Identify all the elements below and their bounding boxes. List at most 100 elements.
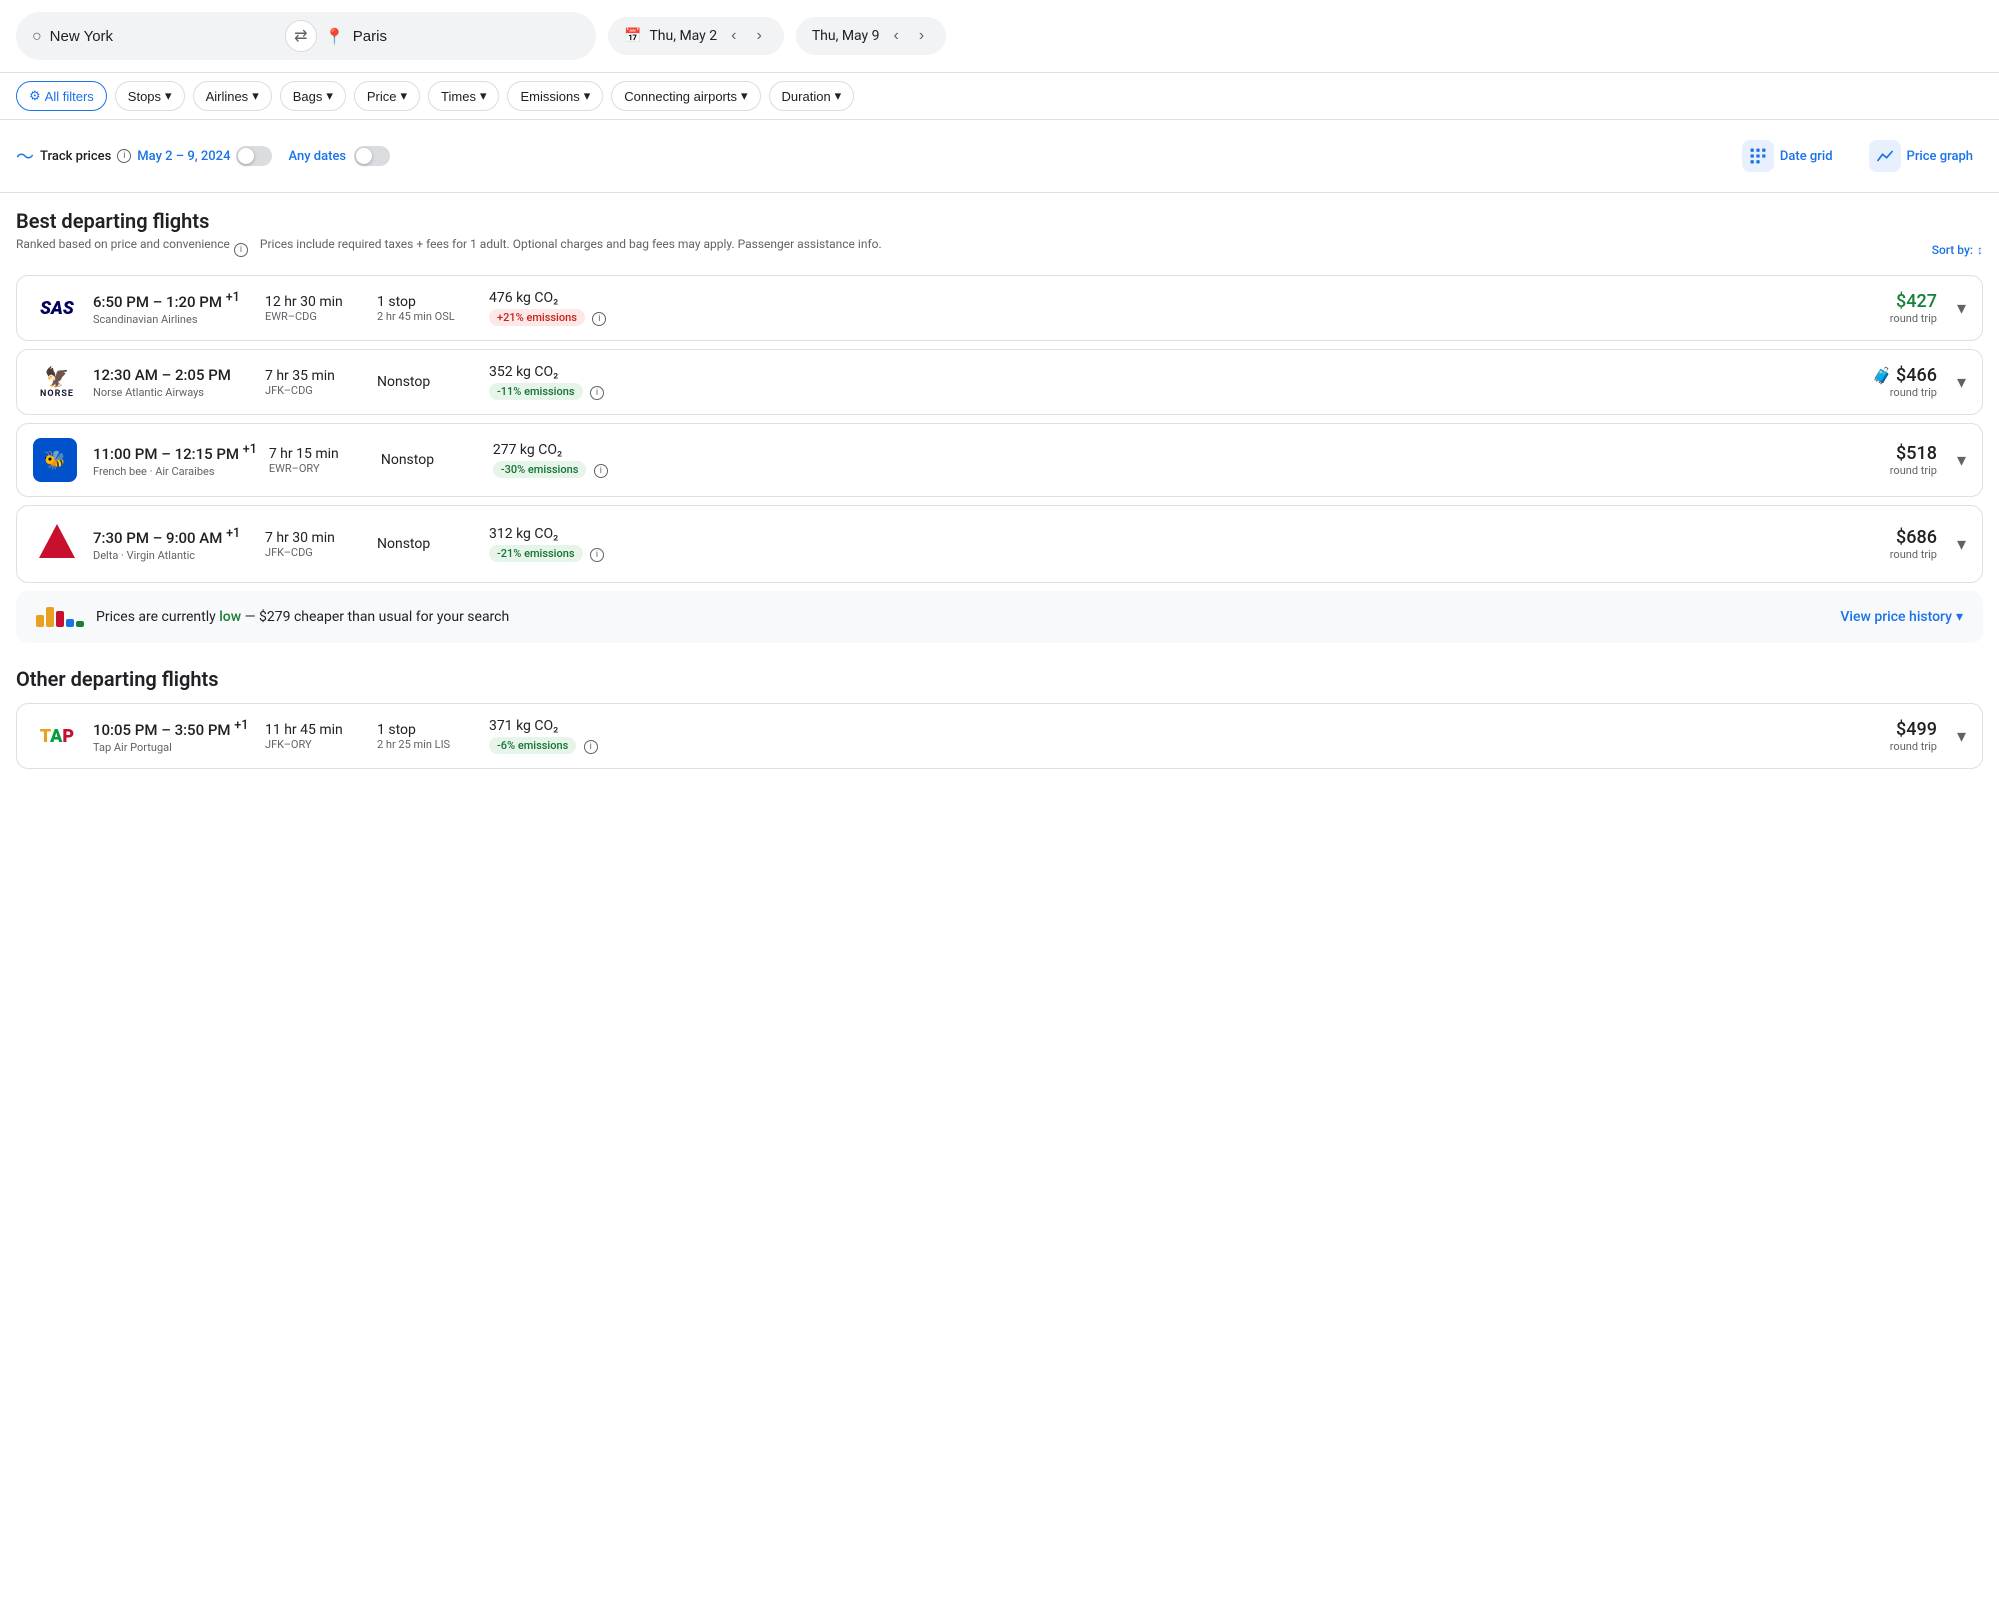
tap-logo: TAP xyxy=(33,726,81,747)
sas-airline-name: Scandinavian Airlines xyxy=(93,313,253,326)
sas-times: 6:50 PM – 1:20 PM +1 Scandinavian Airlin… xyxy=(93,290,253,326)
right-tools: Date grid Price graph xyxy=(1732,134,1983,178)
delta-duration: 7 hr 30 min JFK–CDG xyxy=(265,530,365,559)
track-prices-bar: 〜 Track prices i May 2 – 9, 2024 Any dat… xyxy=(0,120,1999,193)
tap-emissions: 371 kg CO₂ -6% emissions i xyxy=(489,718,629,754)
view-history-chevron-icon: ▾ xyxy=(1956,609,1963,625)
stops-filter-button[interactable]: Stops ▾ xyxy=(115,81,185,111)
flight-card-norse: 🦅 NORSE 12:30 AM – 2:05 PM Norse Atlanti… xyxy=(16,349,1983,415)
view-price-history-button[interactable]: View price history ▾ xyxy=(1840,609,1963,625)
bags-filter-button[interactable]: Bags ▾ xyxy=(280,81,346,111)
depart-prev-button[interactable]: ‹ xyxy=(725,25,742,47)
sas-price-amount: $427 xyxy=(1890,291,1937,312)
sort-icon: ↕ xyxy=(1977,243,1983,257)
times-filter-button[interactable]: Times ▾ xyxy=(428,81,499,111)
tap-price: $499 round trip xyxy=(1890,719,1937,753)
duration-filter-button[interactable]: Duration ▾ xyxy=(769,81,855,111)
tap-stops: 1 stop 2 hr 25 min LIS xyxy=(377,722,477,751)
tap-time-text: 10:05 PM – 3:50 PM +1 xyxy=(93,718,253,739)
flight-row-frenchbee[interactable]: 🐝 11:00 PM – 12:15 PM +1 French bee · Ai… xyxy=(17,424,1982,496)
frenchbee-emissions-info-icon[interactable]: i xyxy=(594,464,608,478)
connecting-airports-chevron-icon: ▾ xyxy=(741,88,748,104)
emissions-filter-button[interactable]: Emissions ▾ xyxy=(507,81,603,111)
times-chevron-icon: ▾ xyxy=(480,88,487,104)
tap-price-amount: $499 xyxy=(1890,719,1937,740)
delta-times: 7:30 PM – 9:00 AM +1 Delta · Virgin Atla… xyxy=(93,526,253,562)
price-bar-chart-icon xyxy=(36,607,84,627)
delta-emissions-info-icon[interactable]: i xyxy=(590,548,604,562)
norse-price-amount: $466 xyxy=(1896,365,1937,386)
return-date: Thu, May 9 xyxy=(812,28,880,44)
no-carry-on-icon: 🧳 xyxy=(1872,366,1892,385)
return-date-box[interactable]: Thu, May 9 ‹ › xyxy=(796,17,946,55)
date-grid-button[interactable]: Date grid xyxy=(1732,134,1843,178)
frenchbee-duration: 7 hr 15 min EWR–ORY xyxy=(269,446,369,475)
flight-row-tap[interactable]: TAP 10:05 PM – 3:50 PM +1 Tap Air Portug… xyxy=(17,704,1982,768)
track-prices-label: Track prices xyxy=(40,149,111,164)
bags-chevron-icon: ▾ xyxy=(326,88,333,104)
frenchbee-price-amount: $518 xyxy=(1890,443,1937,464)
price-chevron-icon: ▾ xyxy=(401,88,408,104)
sas-price: $427 round trip xyxy=(1890,291,1937,325)
delta-price: $686 round trip xyxy=(1890,527,1937,561)
sas-time-text: 6:50 PM – 1:20 PM +1 xyxy=(93,290,253,311)
price-filter-button[interactable]: Price ▾ xyxy=(354,81,420,111)
norse-stops: Nonstop xyxy=(377,374,477,390)
swap-button[interactable]: ⇄ xyxy=(285,20,317,52)
frenchbee-time-text: 11:00 PM – 12:15 PM +1 xyxy=(93,442,257,463)
flight-card-frenchbee: 🐝 11:00 PM – 12:15 PM +1 French bee · Ai… xyxy=(16,423,1983,497)
depart-next-button[interactable]: › xyxy=(750,25,767,47)
delta-expand-button[interactable]: ▾ xyxy=(1957,534,1966,555)
sas-emissions-badge: +21% emissions xyxy=(489,309,585,326)
connecting-airports-filter-button[interactable]: Connecting airports ▾ xyxy=(611,81,760,111)
delta-emissions: 312 kg CO₂ -21% emissions i xyxy=(489,526,629,562)
date-grid-label: Date grid xyxy=(1780,149,1833,164)
norse-logo: 🦅 NORSE xyxy=(33,365,81,399)
norse-airline-name: Norse Atlantic Airways xyxy=(93,386,253,399)
flight-row-sas[interactable]: SAS 6:50 PM – 1:20 PM +1 Scandinavian Ai… xyxy=(17,276,1982,340)
frenchbee-stops: Nonstop xyxy=(381,452,481,468)
track-prices-toggle[interactable] xyxy=(236,146,272,166)
tap-expand-button[interactable]: ▾ xyxy=(1957,726,1966,747)
sas-stops: 1 stop 2 hr 45 min OSL xyxy=(377,294,477,323)
destination-input[interactable] xyxy=(353,28,580,45)
flight-row-norse[interactable]: 🦅 NORSE 12:30 AM – 2:05 PM Norse Atlanti… xyxy=(17,350,1982,414)
best-flights-subtitle: Ranked based on price and convenience xyxy=(16,237,230,251)
filter-bar: ⚙ All filters Stops ▾ Airlines ▾ Bags ▾ … xyxy=(0,73,1999,120)
return-next-button[interactable]: › xyxy=(913,25,930,47)
norse-price: 🧳 $466 round trip xyxy=(1872,365,1937,399)
norse-duration: 7 hr 35 min JFK–CDG xyxy=(265,368,365,397)
any-dates-toggle[interactable] xyxy=(354,146,390,166)
norse-expand-button[interactable]: ▾ xyxy=(1957,372,1966,393)
best-flights-info-icon[interactable]: i xyxy=(234,243,248,257)
tap-emissions-info-icon[interactable]: i xyxy=(584,740,598,754)
sas-expand-button[interactable]: ▾ xyxy=(1957,298,1966,319)
flight-card-tap: TAP 10:05 PM – 3:50 PM +1 Tap Air Portug… xyxy=(16,703,1983,769)
date-grid-icon xyxy=(1742,140,1774,172)
sort-by-button[interactable]: Sort by: ↕ xyxy=(1932,243,1983,257)
frenchbee-expand-button[interactable]: ▾ xyxy=(1957,450,1966,471)
depart-date: Thu, May 2 xyxy=(649,28,717,44)
frenchbee-times: 11:00 PM – 12:15 PM +1 French bee · Air … xyxy=(93,442,257,478)
price-notice-text: Prices are currently low — $279 cheaper … xyxy=(96,609,1828,625)
airlines-filter-button[interactable]: Airlines ▾ xyxy=(193,81,272,111)
all-filters-button[interactable]: ⚙ All filters xyxy=(16,81,107,111)
origin-input[interactable] xyxy=(50,28,277,45)
track-prices-trend-icon: 〜 xyxy=(16,143,34,169)
sas-logo: SAS xyxy=(33,298,81,319)
flight-card-sas: SAS 6:50 PM – 1:20 PM +1 Scandinavian Ai… xyxy=(16,275,1983,341)
flight-row-delta[interactable]: 7:30 PM – 9:00 AM +1 Delta · Virgin Atla… xyxy=(17,506,1982,582)
price-notice-bar: Prices are currently low — $279 cheaper … xyxy=(16,591,1983,643)
depart-date-box[interactable]: 📅 Thu, May 2 ‹ › xyxy=(608,17,784,55)
price-graph-button[interactable]: Price graph xyxy=(1859,134,1983,178)
norse-times: 12:30 AM – 2:05 PM Norse Atlantic Airway… xyxy=(93,366,253,399)
tap-duration: 11 hr 45 min JFK–ORY xyxy=(265,722,365,751)
any-dates-label: Any dates xyxy=(288,149,346,164)
sas-emissions: 476 kg CO₂ +21% emissions i xyxy=(489,290,629,326)
best-flights-subtitle-row: Ranked based on price and convenience i … xyxy=(16,237,1983,263)
track-prices-info-icon[interactable]: i xyxy=(117,149,131,163)
return-prev-button[interactable]: ‹ xyxy=(888,25,905,47)
sas-emissions-info-icon[interactable]: i xyxy=(592,312,606,326)
norse-emissions-info-icon[interactable]: i xyxy=(590,386,604,400)
duration-chevron-icon: ▾ xyxy=(835,88,842,104)
